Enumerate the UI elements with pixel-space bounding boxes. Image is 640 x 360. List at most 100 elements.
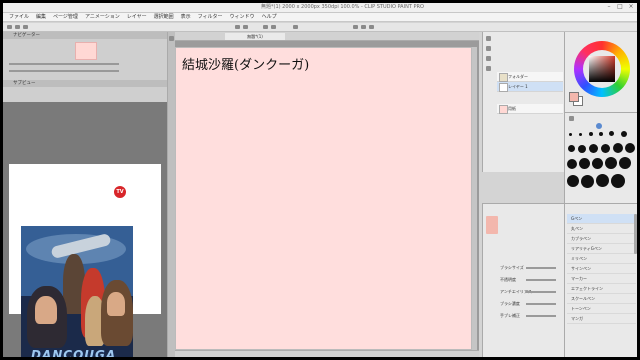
subtool-label: サインペン [571,266,591,271]
menu-selection[interactable]: 選択範囲 [154,13,174,21]
brush-size-option[interactable] [619,157,631,169]
property-label: ブラシサイズ [500,265,524,270]
undo-icon[interactable] [235,25,240,29]
rotate-slider[interactable] [9,70,119,72]
brush-size-option[interactable] [581,175,594,188]
subtool-label: マーカー [571,276,587,281]
menu-help[interactable]: ヘルプ [262,13,277,21]
left-panel: ナビゲーター サブビュー DANCOUGA TV [3,32,167,357]
brush-size-option[interactable] [568,145,575,152]
open-file-icon[interactable] [15,25,20,29]
subtool-item[interactable]: ミリペン [567,254,636,264]
layer-label: フォルダー [508,74,528,79]
menu-view[interactable]: 表示 [181,13,191,21]
property-row[interactable]: アンチエイリアス [486,288,562,296]
new-file-icon[interactable] [7,25,12,29]
property-slider[interactable] [526,279,556,281]
menu-page[interactable]: ページ管理 [53,13,78,21]
brush-size-option[interactable] [578,145,586,153]
delete-layer-icon[interactable] [486,66,491,71]
brush-size-option[interactable] [625,143,635,153]
brush-size-option[interactable] [589,132,593,136]
navigator-thumbnail[interactable] [75,42,97,60]
maximize-icon[interactable]: □ [616,4,624,10]
brush-size-panel [564,112,637,203]
tool-icon[interactable] [169,36,174,41]
property-row[interactable]: 不透明度 [486,276,562,284]
property-slider[interactable] [526,291,556,293]
ruler-icon[interactable] [361,25,366,29]
layer-row[interactable]: レイヤー 1 [497,82,563,92]
new-vector-layer-icon[interactable] [486,46,491,51]
layer-row[interactable]: 用紙 [497,104,563,114]
document-tab[interactable]: 無題*(1) [225,33,285,40]
property-row[interactable]: ブラシ濃度 [486,300,562,308]
brush-size-option[interactable] [601,144,610,153]
canvas-text[interactable]: 結城沙羅(ダンクーガ) [182,54,309,73]
subtool-item[interactable]: スクールペン [567,294,636,304]
menu-edit[interactable]: 編集 [36,13,46,21]
navigator-header: ナビゲーター [3,32,167,39]
property-row[interactable]: ブラシサイズ [486,264,562,272]
transform-icon[interactable] [293,25,298,29]
subtool-item[interactable]: サインペン [567,264,636,274]
redo-icon[interactable] [243,25,248,29]
brush-size-option[interactable] [613,143,623,153]
subtool-scrollbar[interactable] [634,214,637,254]
brush-size-option[interactable] [609,131,614,136]
brush-size-option[interactable] [605,157,617,169]
brush-size-selected[interactable] [596,123,602,129]
reference-poster-image: DANCOUGA [21,226,133,357]
brush-size-option[interactable] [589,144,598,153]
canvas-page[interactable]: 結城沙羅(ダンクーガ) [175,47,472,350]
menu-window[interactable]: ウィンドウ [230,13,255,21]
menu-layer[interactable]: レイヤー [127,13,147,21]
close-icon[interactable]: × [627,4,635,10]
zoom-slider[interactable] [9,63,119,65]
subtool-item[interactable]: 丸ペン [567,224,636,234]
subtool-item[interactable]: エフェクトライン [567,284,636,294]
new-layer-icon[interactable] [486,36,491,41]
subtool-label: リアリティGペン [571,246,602,251]
property-slider[interactable] [526,303,556,305]
minimize-icon[interactable]: – [605,4,613,10]
main-color-swatch[interactable] [569,92,579,102]
save-icon[interactable] [23,25,28,29]
menu-file[interactable]: ファイル [9,13,29,21]
menu-filter[interactable]: フィルター [198,13,223,21]
snap-icon[interactable] [353,25,358,29]
brush-size-option[interactable] [621,131,627,137]
layer-row[interactable]: フォルダー [497,72,563,82]
brush-size-option[interactable] [569,133,572,136]
brush-size-option[interactable] [567,159,577,169]
menu-animation[interactable]: アニメーション [85,13,120,21]
subtool-item[interactable]: カブラペン [567,234,636,244]
layer-label: 用紙 [508,106,516,111]
panel-menu-icon[interactable] [569,116,574,121]
brush-size-option[interactable] [599,132,603,136]
subtool-item[interactable]: マーカー [567,274,636,284]
brush-size-option[interactable] [611,174,625,188]
saturation-value-square[interactable] [589,56,615,82]
property-slider[interactable] [526,315,556,317]
subtool-label: マンガ [571,316,583,321]
subtool-item[interactable]: マンガ [567,314,636,324]
pen-preview-icon [486,216,498,234]
canvas-scrollbar[interactable] [472,47,477,350]
brush-size-option[interactable] [567,175,579,187]
fill-icon[interactable] [271,25,276,29]
brush-size-option[interactable] [592,158,603,169]
clear-icon[interactable] [263,25,268,29]
new-folder-icon[interactable] [486,56,491,61]
subtool-item[interactable]: トーンペン [567,304,636,314]
brush-size-option[interactable] [596,174,609,187]
property-row[interactable]: 手ブレ補正 [486,312,562,320]
property-slider[interactable] [526,267,556,269]
menu-bar: ファイル 編集 ページ管理 アニメーション レイヤー 選択範囲 表示 フィルター… [3,13,637,22]
grid-icon[interactable] [369,25,374,29]
brush-size-option[interactable] [579,158,590,169]
document-tabs: 無題*(1) [175,32,479,41]
subtool-item[interactable]: Gペン [567,214,636,224]
subtool-item[interactable]: リアリティGペン [567,244,636,254]
brush-size-option[interactable] [579,133,582,136]
